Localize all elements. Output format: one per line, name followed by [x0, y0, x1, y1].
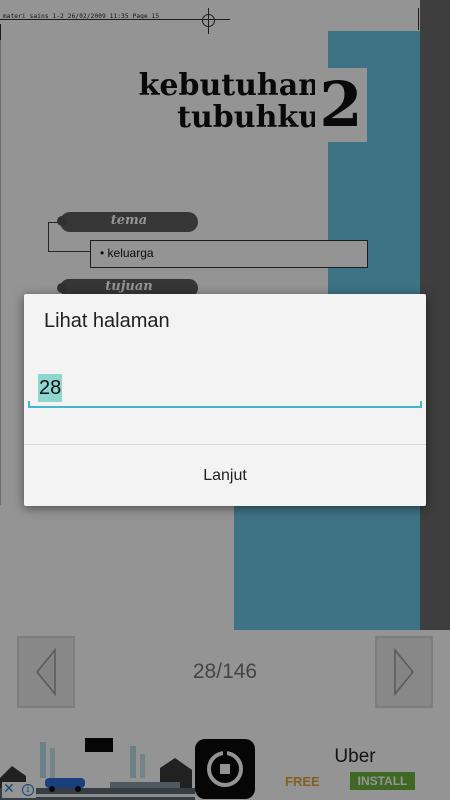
goto-page-dialog: Lihat halaman 28 Lanjut	[24, 294, 426, 506]
continue-button[interactable]: Lanjut	[24, 445, 426, 506]
page-number-input-value[interactable]: 28	[38, 374, 63, 402]
input-underline	[28, 406, 422, 408]
dialog-title: Lihat halaman	[44, 310, 170, 332]
page-number-input[interactable]	[28, 368, 422, 408]
input-underline-right	[420, 401, 422, 407]
